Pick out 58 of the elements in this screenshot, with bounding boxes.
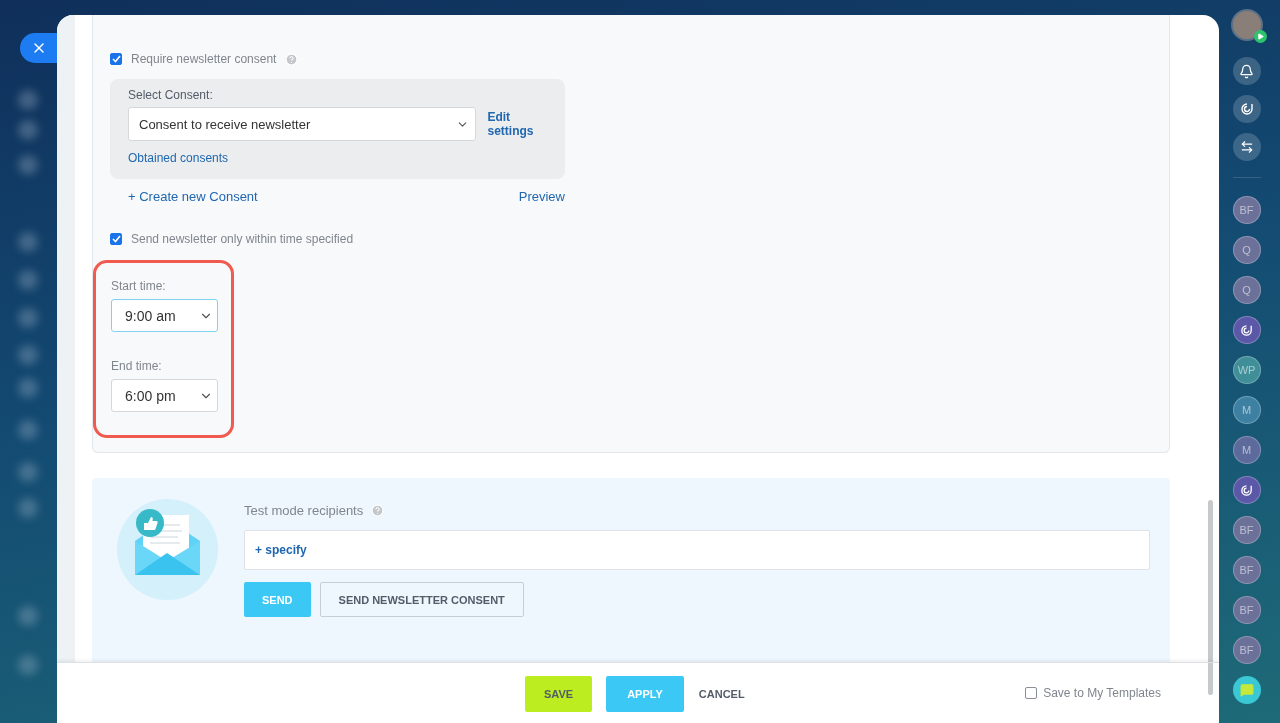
checkbox[interactable]	[110, 53, 122, 65]
contact-avatar[interactable]: M	[1232, 396, 1261, 424]
obtained-consents-link[interactable]: Obtained consents	[128, 151, 547, 165]
checkbox-label: Save to My Templates	[1043, 686, 1161, 700]
contact-avatar[interactable]: BF	[1232, 596, 1261, 624]
blurred-icon	[18, 345, 38, 365]
toolbar-button[interactable]	[1232, 95, 1261, 123]
checkbox-label: Require newsletter consent	[131, 52, 277, 66]
field-label: Select Consent:	[128, 88, 214, 102]
blurred-icon	[18, 420, 38, 440]
swap-icon	[1239, 140, 1254, 154]
save-button[interactable]: SAVE	[525, 676, 593, 712]
preview-link[interactable]: Preview	[518, 189, 565, 204]
contact-avatar[interactable]: Q	[1232, 236, 1261, 264]
blurred-icon	[18, 308, 38, 328]
spiral-icon	[1238, 101, 1255, 117]
contact-avatar[interactable]	[1232, 476, 1261, 504]
toolbar-button[interactable]	[1232, 133, 1261, 161]
blurred-icon	[18, 606, 38, 626]
contact-avatar[interactable]	[1232, 316, 1261, 344]
blurred-icon	[18, 462, 38, 482]
contact-avatar[interactable]: M	[1232, 436, 1261, 464]
recipients-field[interactable]: + specify	[244, 530, 1150, 570]
bell-icon	[1239, 63, 1254, 79]
chat-button[interactable]	[1232, 676, 1261, 704]
cancel-button[interactable]: CANCEL	[697, 676, 746, 712]
scrollbar[interactable]	[1208, 500, 1213, 695]
blurred-icon	[18, 270, 38, 290]
blurred-icon	[18, 120, 38, 140]
time-select[interactable]: 9:00 am	[111, 299, 218, 332]
blurred-icon	[18, 378, 38, 398]
blurred-icon	[18, 232, 38, 252]
checkbox[interactable]	[110, 233, 122, 245]
create-consent-link[interactable]: + Create new Consent	[128, 189, 258, 204]
contact-avatar[interactable]: Q	[1232, 276, 1261, 304]
section-label: Test mode recipients	[244, 503, 364, 518]
toolbar-button[interactable]	[1232, 57, 1261, 85]
checkbox[interactable]	[1025, 687, 1038, 699]
field-label: Start time:	[111, 279, 167, 293]
contact-avatar[interactable]: BF	[1232, 196, 1261, 224]
time-select[interactable]: 6:00 pm	[111, 379, 218, 412]
contact-avatar[interactable]: BF	[1232, 516, 1261, 544]
send-consent-button[interactable]: SEND NEWSLETTER CONSENT	[319, 582, 524, 617]
consent-select[interactable]: Consent to receive newsletter	[128, 107, 477, 141]
blurred-icon	[18, 655, 38, 675]
field-label: End time:	[111, 359, 163, 373]
blurred-icon	[18, 155, 38, 175]
edit-settings-link[interactable]: Edit settings	[487, 110, 547, 138]
chat-icon	[1239, 683, 1254, 697]
spiral-icon	[1239, 482, 1254, 498]
specify-link[interactable]: + specify	[255, 543, 307, 557]
checkbox-label: Send newsletter only within time specified	[131, 232, 354, 246]
spiral-icon	[1239, 322, 1254, 338]
blurred-icon	[18, 498, 38, 518]
contact-avatar[interactable]: BF	[1232, 556, 1261, 584]
close-button[interactable]	[20, 33, 57, 63]
blurred-icon	[18, 90, 38, 110]
contact-avatar[interactable]: BF	[1232, 636, 1261, 664]
